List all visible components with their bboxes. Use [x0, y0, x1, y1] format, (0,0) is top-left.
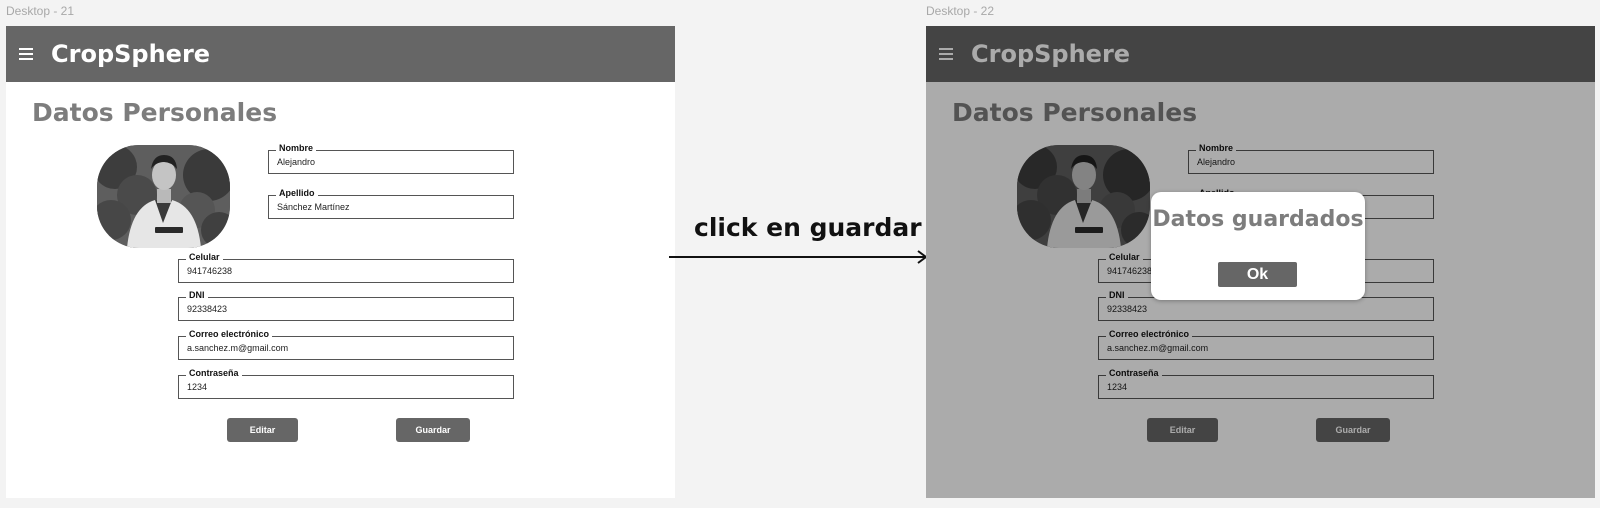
page-title: Datos Personales: [32, 98, 278, 127]
apellido-label: Apellido: [276, 188, 318, 199]
desktop-frame-before: CropSphere Datos Personales Nombre Aleja…: [6, 26, 675, 498]
editar-button[interactable]: Editar: [227, 418, 298, 442]
correo-value: a.sanchez.m@gmail.com: [187, 343, 289, 353]
saved-dialog: Datos guardados Ok: [1151, 192, 1365, 300]
celular-value: 941746238: [187, 266, 233, 276]
nombre-label: Nombre: [276, 143, 317, 154]
contrasena-label: Contraseña: [186, 368, 242, 379]
transition-arrow-icon: [669, 250, 928, 264]
nombre-value: Alejandro: [277, 157, 316, 167]
celular-field[interactable]: Celular 941746238: [178, 252, 514, 283]
dni-label: DNI: [186, 290, 208, 301]
contrasena-field[interactable]: Contraseña 1234: [178, 368, 514, 399]
app-bar: CropSphere: [6, 26, 675, 82]
dialog-title: Datos guardados: [1152, 207, 1364, 232]
guardar-button[interactable]: Guardar: [396, 418, 470, 442]
apellido-value: Sánchez Martínez: [277, 202, 350, 212]
ok-button[interactable]: Ok: [1218, 262, 1297, 287]
dni-field[interactable]: DNI 92338423: [178, 290, 514, 321]
transition-label: click en guardar: [694, 213, 922, 242]
profile-avatar: [97, 145, 230, 248]
hamburger-menu-icon[interactable]: [19, 48, 33, 60]
dni-value: 92338423: [187, 304, 228, 314]
app-title: CropSphere: [51, 40, 211, 68]
nombre-field[interactable]: Nombre Alejandro: [268, 143, 514, 174]
frame-label: Desktop - 21: [6, 4, 75, 18]
frame-label: Desktop - 22: [926, 4, 995, 18]
celular-label: Celular: [186, 252, 223, 263]
correo-field[interactable]: Correo electrónico a.sanchez.m@gmail.com: [178, 329, 514, 360]
desktop-frame-after: CropSphere Datos Personales Nombre Aleja…: [926, 26, 1595, 498]
apellido-field[interactable]: Apellido Sánchez Martínez: [268, 188, 514, 219]
correo-label: Correo electrónico: [186, 329, 273, 340]
contrasena-value: 1234: [187, 382, 208, 392]
